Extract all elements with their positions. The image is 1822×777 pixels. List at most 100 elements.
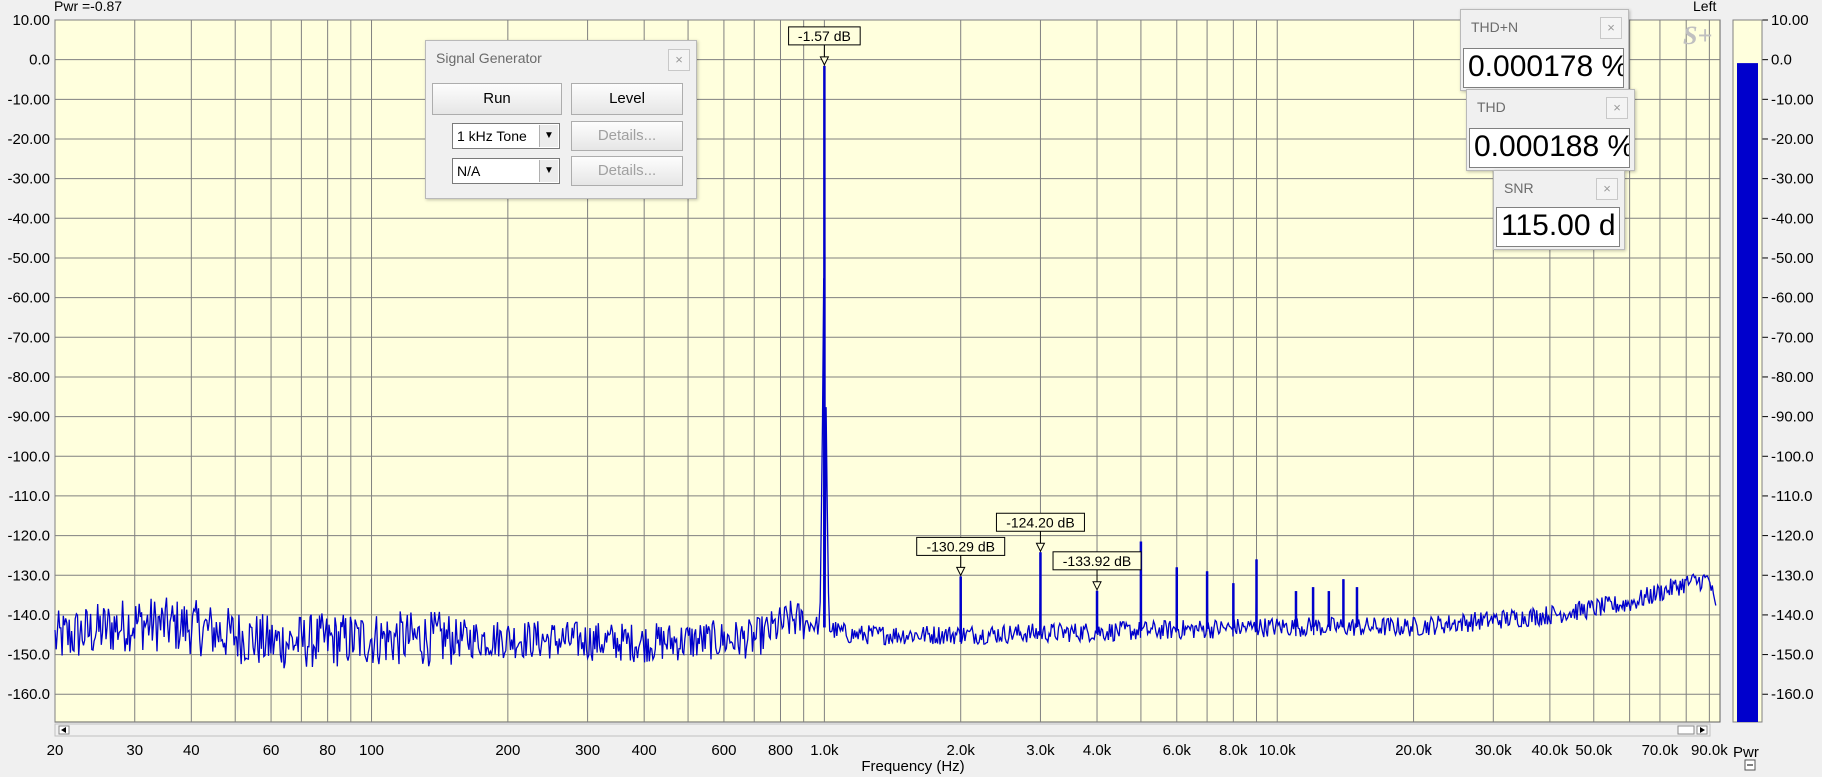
x-tick-label: 40 xyxy=(183,742,200,759)
close-icon[interactable]: × xyxy=(668,49,690,71)
thd-panel: THD × 0.000188 % xyxy=(1466,89,1635,171)
right-tick-label: -30.00 xyxy=(1771,171,1814,188)
snr-value: 115.00 d xyxy=(1496,207,1620,247)
y-tick-label: -160.0 xyxy=(7,686,50,703)
close-icon[interactable]: × xyxy=(1596,178,1618,200)
x-tick-label: 20 xyxy=(47,742,64,759)
scroll-thumb xyxy=(1677,725,1695,735)
signal-generator-panel: Signal Generator × Run Level 1 kHz Tone … xyxy=(425,40,697,199)
right-tick-label: -110.0 xyxy=(1771,488,1812,505)
x-tick-label: 2.0k xyxy=(947,742,976,759)
x-tick-label: 600 xyxy=(711,742,736,759)
y-tick-label: -100.0 xyxy=(7,448,50,465)
right-tick-label: -120.0 xyxy=(1771,528,1814,545)
x-tick-label: 90.0k xyxy=(1691,742,1728,759)
right-tick-label: -60.00 xyxy=(1771,290,1814,307)
source1-value: 1 kHz Tone xyxy=(457,128,527,144)
thdn-title: THD+N xyxy=(1471,19,1519,35)
y-tick-label: -50.00 xyxy=(7,250,50,267)
x-tick-label: 40.0k xyxy=(1532,742,1569,759)
x-tick-label: 400 xyxy=(632,742,657,759)
y-tick-label: -20.00 xyxy=(7,131,50,148)
x-axis: 20 30 40 60 80 100 200 300 400 600 800 1.0k 2.0k 3.0k… xyxy=(47,742,1729,759)
y-axis: 10.00 0.0 -10.00 -20.00 -30.00 -40.00 -50.00 -6… xyxy=(7,12,50,703)
x-tick-label: 200 xyxy=(495,742,520,759)
run-button[interactable]: Run xyxy=(432,83,562,115)
meter-fill xyxy=(1737,63,1758,723)
right-axis-label: Pwr xyxy=(1733,744,1759,761)
y-tick-label: -10.00 xyxy=(7,91,50,108)
x-tick-label: 30 xyxy=(126,742,143,759)
y-tick-label: -80.00 xyxy=(7,369,50,386)
y-tick-label: -60.00 xyxy=(7,290,50,307)
right-tick-label: -150.0 xyxy=(1771,647,1814,664)
x-tick-label: 60 xyxy=(263,742,280,759)
close-icon[interactable]: × xyxy=(1606,97,1628,119)
x-tick-label: 6.0k xyxy=(1163,742,1192,759)
horizontal-scrollbar[interactable] xyxy=(54,723,1711,737)
y-tick-label: -90.00 xyxy=(7,409,50,426)
details1-button[interactable]: Details... xyxy=(571,121,683,151)
right-tick-label: -160.0 xyxy=(1771,686,1814,703)
right-tick-label: -20.00 xyxy=(1771,131,1814,148)
marker-label: -1.57 dB xyxy=(798,28,851,44)
x-tick-label: 30.0k xyxy=(1475,742,1512,759)
x-tick-label: 300 xyxy=(575,742,600,759)
y-tick-label: 10.00 xyxy=(12,12,50,29)
x-tick-label: 50.0k xyxy=(1575,742,1612,759)
chevron-down-icon[interactable]: ▼ xyxy=(539,125,558,147)
x-tick-label: 100 xyxy=(359,742,384,759)
logo: S+ xyxy=(1683,21,1712,50)
source2-value: N/A xyxy=(457,163,481,179)
y-tick-label: 0.0 xyxy=(29,52,50,69)
right-tick-label: -10.00 xyxy=(1771,91,1814,108)
signal-generator-title: Signal Generator xyxy=(436,50,542,66)
y-tick-label: -150.0 xyxy=(7,647,50,664)
y-tick-label: -110.0 xyxy=(9,488,50,505)
x-tick-label: 70.0k xyxy=(1642,742,1679,759)
scrollbar-track xyxy=(54,723,1711,737)
x-tick-label: 4.0k xyxy=(1083,742,1112,759)
thdn-panel: THD+N × 0.000178 % xyxy=(1460,9,1629,91)
source2-select[interactable]: N/A ▼ xyxy=(452,158,560,184)
thd-title: THD xyxy=(1477,99,1506,115)
x-tick-label: 80 xyxy=(319,742,336,759)
snr-title: SNR xyxy=(1504,180,1534,196)
source1-select[interactable]: 1 kHz Tone ▼ xyxy=(452,123,560,149)
marker-label: -133.92 dB xyxy=(1063,553,1132,569)
right-tick-label: -90.00 xyxy=(1771,409,1814,426)
close-icon[interactable]: × xyxy=(1600,17,1622,39)
y-tick-label: -120.0 xyxy=(7,528,50,545)
y-tick-label: -30.00 xyxy=(7,171,50,188)
thdn-value: 0.000178 % xyxy=(1463,48,1624,88)
details2-button[interactable]: Details... xyxy=(571,156,683,186)
right-axis: 10.00 0.0 -10.00 -20.00 -30.00 -40.00 -50.00 -6… xyxy=(1762,12,1814,703)
chevron-down-icon[interactable]: ▼ xyxy=(539,160,558,182)
x-tick-label: 1.0k xyxy=(810,742,839,759)
x-axis-label: Frequency (Hz) xyxy=(861,758,964,775)
right-tick-label: -80.00 xyxy=(1771,369,1814,386)
x-tick-label: 10.0k xyxy=(1259,742,1296,759)
y-tick-label: -40.00 xyxy=(7,210,50,227)
right-tick-label: -70.00 xyxy=(1771,329,1814,346)
right-tick-label: -50.00 xyxy=(1771,250,1814,267)
x-tick-label: 3.0k xyxy=(1026,742,1055,759)
marker-label: -130.29 dB xyxy=(926,538,995,554)
x-tick-label: 8.0k xyxy=(1219,742,1248,759)
level-button[interactable]: Level xyxy=(571,83,683,115)
snr-panel: SNR × 115.00 d xyxy=(1493,170,1625,250)
right-tick-label: -100.0 xyxy=(1771,448,1814,465)
x-tick-label: 20.0k xyxy=(1395,742,1432,759)
right-tick-label: 0.0 xyxy=(1771,52,1792,69)
power-readout: Pwr =-0.87 xyxy=(54,0,123,14)
right-tick-label: 10.00 xyxy=(1771,12,1809,29)
y-tick-label: -70.00 xyxy=(7,329,50,346)
level-meter xyxy=(1732,19,1763,771)
y-tick-label: -130.0 xyxy=(7,567,50,584)
x-tick-label: 800 xyxy=(768,742,793,759)
channel-label: Left xyxy=(1693,0,1717,14)
right-tick-label: -130.0 xyxy=(1771,567,1814,584)
right-tick-label: -40.00 xyxy=(1771,210,1814,227)
thd-value: 0.000188 % xyxy=(1469,128,1630,168)
right-tick-label: -140.0 xyxy=(1771,607,1814,624)
